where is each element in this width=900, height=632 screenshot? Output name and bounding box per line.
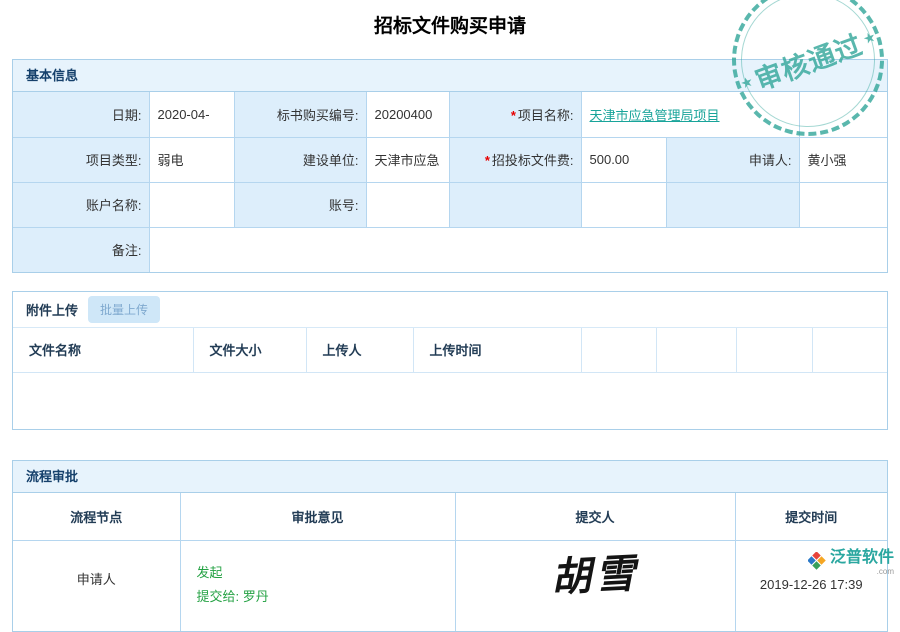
- project-link[interactable]: 天津市应急管理局项目: [590, 108, 720, 123]
- col-submitter: 提交人: [455, 493, 735, 541]
- empty-header-cell: [581, 328, 656, 372]
- basic-info-section-title: 基本信息: [13, 60, 887, 92]
- vendor-logo-texts: 泛普软件 .com: [830, 549, 894, 576]
- col-file-size: 文件大小: [193, 328, 306, 372]
- col-upload-time: 上传时间: [413, 328, 581, 372]
- col-uploader: 上传人: [306, 328, 413, 372]
- required-mark: *: [485, 153, 490, 168]
- empty-header-cell: [736, 328, 812, 372]
- vendor-logo-icon: [808, 552, 826, 570]
- vendor-logo-name: 泛普软件: [830, 549, 894, 567]
- fee-value: 500.00: [581, 137, 666, 182]
- account-no-label: 账号:: [234, 182, 366, 227]
- page-title: 招标文件购买申请: [0, 0, 900, 38]
- signature: 胡雪: [550, 541, 641, 604]
- doc-no-label: 标书购买编号:: [234, 92, 366, 137]
- attachments-section-title: 附件上传: [26, 300, 78, 319]
- attachments-section: 附件上传 批量上传 文件名称 文件大小 上传人 上传时间: [12, 291, 888, 430]
- account-no-value: [366, 182, 449, 227]
- table-row: 申请人 发起 提交给: 罗丹 胡雪 2019-12-26 17:39: [13, 541, 887, 631]
- build-unit-label: 建设单位:: [234, 137, 366, 182]
- doc-no-value: 20200400: [366, 92, 449, 137]
- applicant-value: 黄小强: [799, 137, 887, 182]
- col-submit-time: 提交时间: [735, 493, 887, 541]
- basic-info-section: 基本信息 日期: 2020-04- 标书购买编号: 20200400 *项目名称…: [12, 59, 888, 273]
- empty-header-cell: [656, 328, 736, 372]
- required-mark: *: [511, 108, 516, 123]
- table-row: 日期: 2020-04- 标书购买编号: 20200400 *项目名称: 天津市…: [13, 92, 887, 137]
- col-file-name: 文件名称: [13, 328, 193, 372]
- approval-table: 流程节点 审批意见 提交人 提交时间 申请人 发起 提交给: 罗丹 胡雪 201…: [13, 493, 887, 631]
- empty-cell: [799, 92, 887, 137]
- table-row: 账户名称: 账号:: [13, 182, 887, 227]
- approval-section-title: 流程审批: [13, 461, 887, 493]
- opinion-submit-to-link[interactable]: 提交给: 罗丹: [197, 585, 455, 609]
- submitter-signature-cell: 胡雪: [455, 541, 735, 631]
- vendor-logo: 泛普软件 .com: [808, 549, 894, 576]
- account-name-label: 账户名称:: [13, 182, 149, 227]
- date-label: 日期:: [13, 92, 149, 137]
- approval-opinion-cell: 发起 提交给: 罗丹: [180, 541, 455, 631]
- remark-value: [149, 227, 887, 272]
- flow-node-value: 申请人: [13, 541, 180, 631]
- table-row: 项目类型: 弱电 建设单位: 天津市应急 *招投标文件费: 500.00 申请人…: [13, 137, 887, 182]
- basic-info-table: 日期: 2020-04- 标书购买编号: 20200400 *项目名称: 天津市…: [13, 92, 887, 272]
- table-row: 备注:: [13, 227, 887, 272]
- build-unit-value: 天津市应急: [366, 137, 449, 182]
- col-flow-node: 流程节点: [13, 493, 180, 541]
- table-header-row: 文件名称 文件大小 上传人 上传时间: [13, 328, 887, 372]
- opinion-action-link[interactable]: 发起: [197, 561, 455, 585]
- empty-label-cell: [449, 182, 581, 227]
- empty-cell: [799, 182, 887, 227]
- remark-label: 备注:: [13, 227, 149, 272]
- approval-section: 流程审批 流程节点 审批意见 提交人 提交时间 申请人 发起 提交给: 罗丹 胡…: [12, 460, 888, 632]
- fee-label: *招投标文件费:: [449, 137, 581, 182]
- project-name-value: 天津市应急管理局项目: [581, 92, 799, 137]
- empty-label-cell: [666, 182, 799, 227]
- project-type-value: 弱电: [149, 137, 234, 182]
- project-type-label: 项目类型:: [13, 137, 149, 182]
- col-approval-opinion: 审批意见: [180, 493, 455, 541]
- account-name-value: [149, 182, 234, 227]
- applicant-label: 申请人:: [666, 137, 799, 182]
- attachments-empty-area: [13, 373, 887, 429]
- empty-cell: [581, 182, 666, 227]
- attachments-table: 文件名称 文件大小 上传人 上传时间: [13, 328, 887, 373]
- date-value: 2020-04-: [149, 92, 234, 137]
- empty-header-cell: [812, 328, 887, 372]
- table-header-row: 流程节点 审批意见 提交人 提交时间: [13, 493, 887, 541]
- batch-upload-button[interactable]: 批量上传: [88, 296, 160, 323]
- vendor-logo-domain: .com: [830, 567, 894, 576]
- attachments-header: 附件上传 批量上传: [13, 292, 887, 328]
- project-name-label: *项目名称:: [449, 92, 581, 137]
